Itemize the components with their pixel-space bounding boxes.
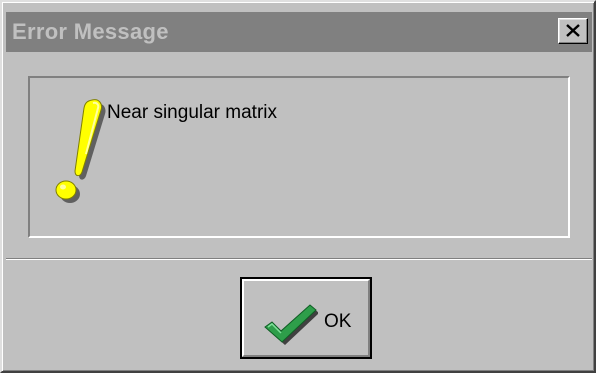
close-button[interactable] xyxy=(558,18,588,44)
exclamation-icon xyxy=(55,99,106,203)
title-bar[interactable]: Error Message xyxy=(6,12,592,52)
error-message: Near singular matrix xyxy=(107,102,277,123)
dialog-title: Error Message xyxy=(12,19,169,44)
close-icon xyxy=(566,24,580,37)
ok-button[interactable]: OK xyxy=(240,277,372,359)
separator xyxy=(6,258,592,260)
ok-label: OK xyxy=(324,311,352,332)
ok-button-bevel: OK xyxy=(242,279,370,357)
checkmark-icon xyxy=(264,304,318,345)
error-dialog: Error Message Near singular matrix OK xyxy=(0,0,596,373)
